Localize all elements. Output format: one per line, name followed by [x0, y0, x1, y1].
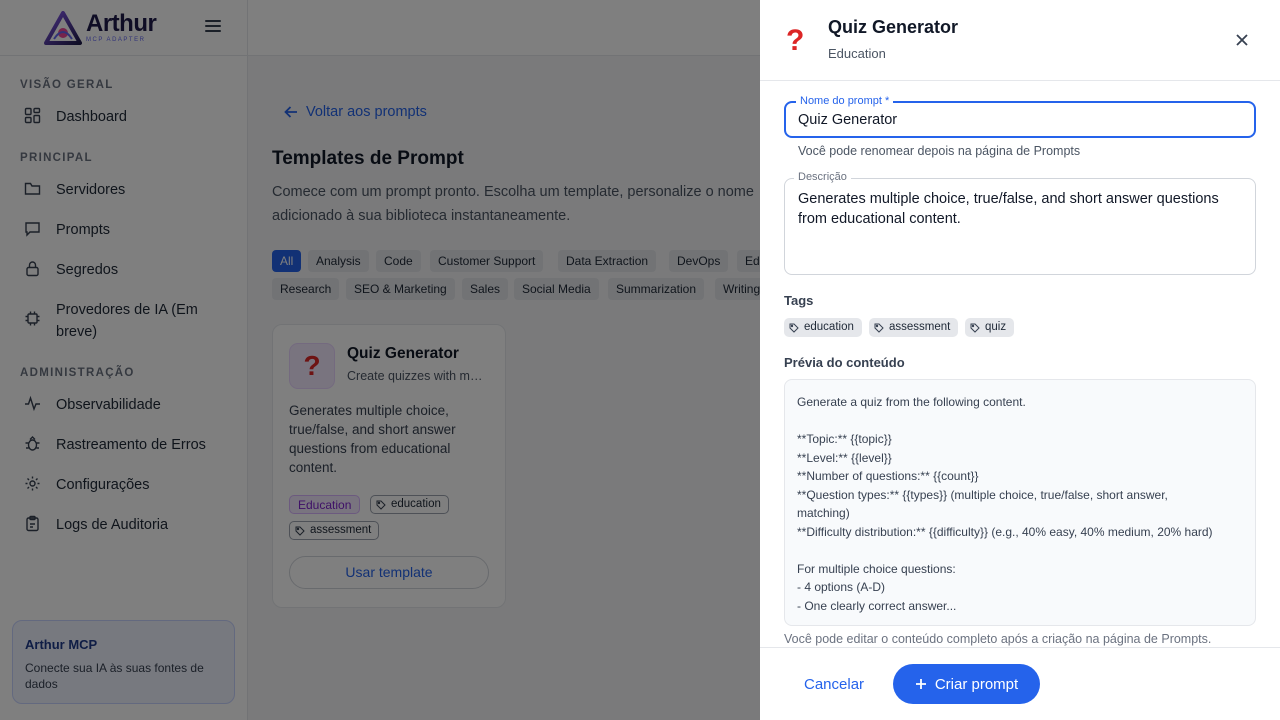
preview-line: **Topic:** {{topic}}: [797, 432, 892, 446]
close-icon[interactable]: [1234, 32, 1250, 48]
tag-icon: [874, 323, 884, 333]
drawer-footer: Cancelar Criar prompt: [760, 647, 1280, 720]
content-preview: Generate a quiz from the following conte…: [784, 379, 1256, 626]
drawer-tag-label: education: [804, 321, 854, 333]
question-mark-icon: ?: [786, 24, 805, 57]
preview-line: **Level:** {{level}}: [797, 450, 892, 465]
preview-line: **Question types:** {{types}} (multiple …: [797, 487, 1168, 502]
prompt-name-helper: Você pode renomear depois na página de P…: [798, 144, 1081, 158]
tag-icon: [970, 323, 980, 333]
preview-label: Prévia do conteúdo: [784, 355, 905, 370]
drawer-header: ? Quiz Generator Education: [760, 0, 1280, 81]
prompt-name-label: Nome do prompt *: [796, 95, 894, 107]
create-prompt-label: Criar prompt: [934, 675, 1019, 693]
description-textarea[interactable]: Generates multiple choice, true/false, a…: [798, 189, 1238, 229]
preview-line: For multiple choice questions:: [797, 561, 956, 576]
drawer-tag-label: quiz: [985, 321, 1007, 333]
drawer-title: Quiz Generator: [828, 17, 959, 37]
drawer-tag: quiz: [965, 318, 1015, 337]
tags-label: Tags: [784, 293, 814, 308]
preview-line: - 4 options (A-D): [797, 580, 886, 594]
drawer-tag: assessment: [869, 318, 959, 337]
preview-line: Generate a quiz from the following conte…: [797, 395, 1026, 409]
preview-line: [797, 412, 1243, 431]
description-field[interactable]: Descrição Generates multiple choice, tru…: [784, 171, 1256, 275]
preview-line: **Number of questions:** {{count}}: [797, 469, 979, 483]
prompt-name-field[interactable]: Nome do prompt *: [784, 95, 1256, 138]
tag-icon: [789, 323, 799, 333]
cancel-button[interactable]: Cancelar: [804, 676, 864, 693]
drawer-tag: education: [784, 318, 862, 337]
create-prompt-button[interactable]: Criar prompt: [893, 664, 1040, 704]
prompt-name-input[interactable]: [798, 112, 1238, 128]
description-label: Descrição: [794, 171, 851, 183]
preview-line: - One clearly correct answer...: [797, 598, 957, 613]
preview-line: [797, 541, 1243, 560]
preview-line: **Difficulty distribution:** {{difficult…: [797, 524, 1213, 539]
drawer-tag-label: assessment: [889, 321, 951, 333]
edit-content-helper: Você pode editar o conteúdo completo apó…: [784, 632, 1212, 646]
preview-line: matching): [797, 506, 850, 520]
drawer-category: Education: [828, 46, 886, 61]
plus-icon: [915, 679, 926, 689]
create-prompt-drawer: ? Quiz Generator Education Nome do promp…: [760, 0, 1280, 720]
modal-backdrop[interactable]: [0, 0, 760, 720]
